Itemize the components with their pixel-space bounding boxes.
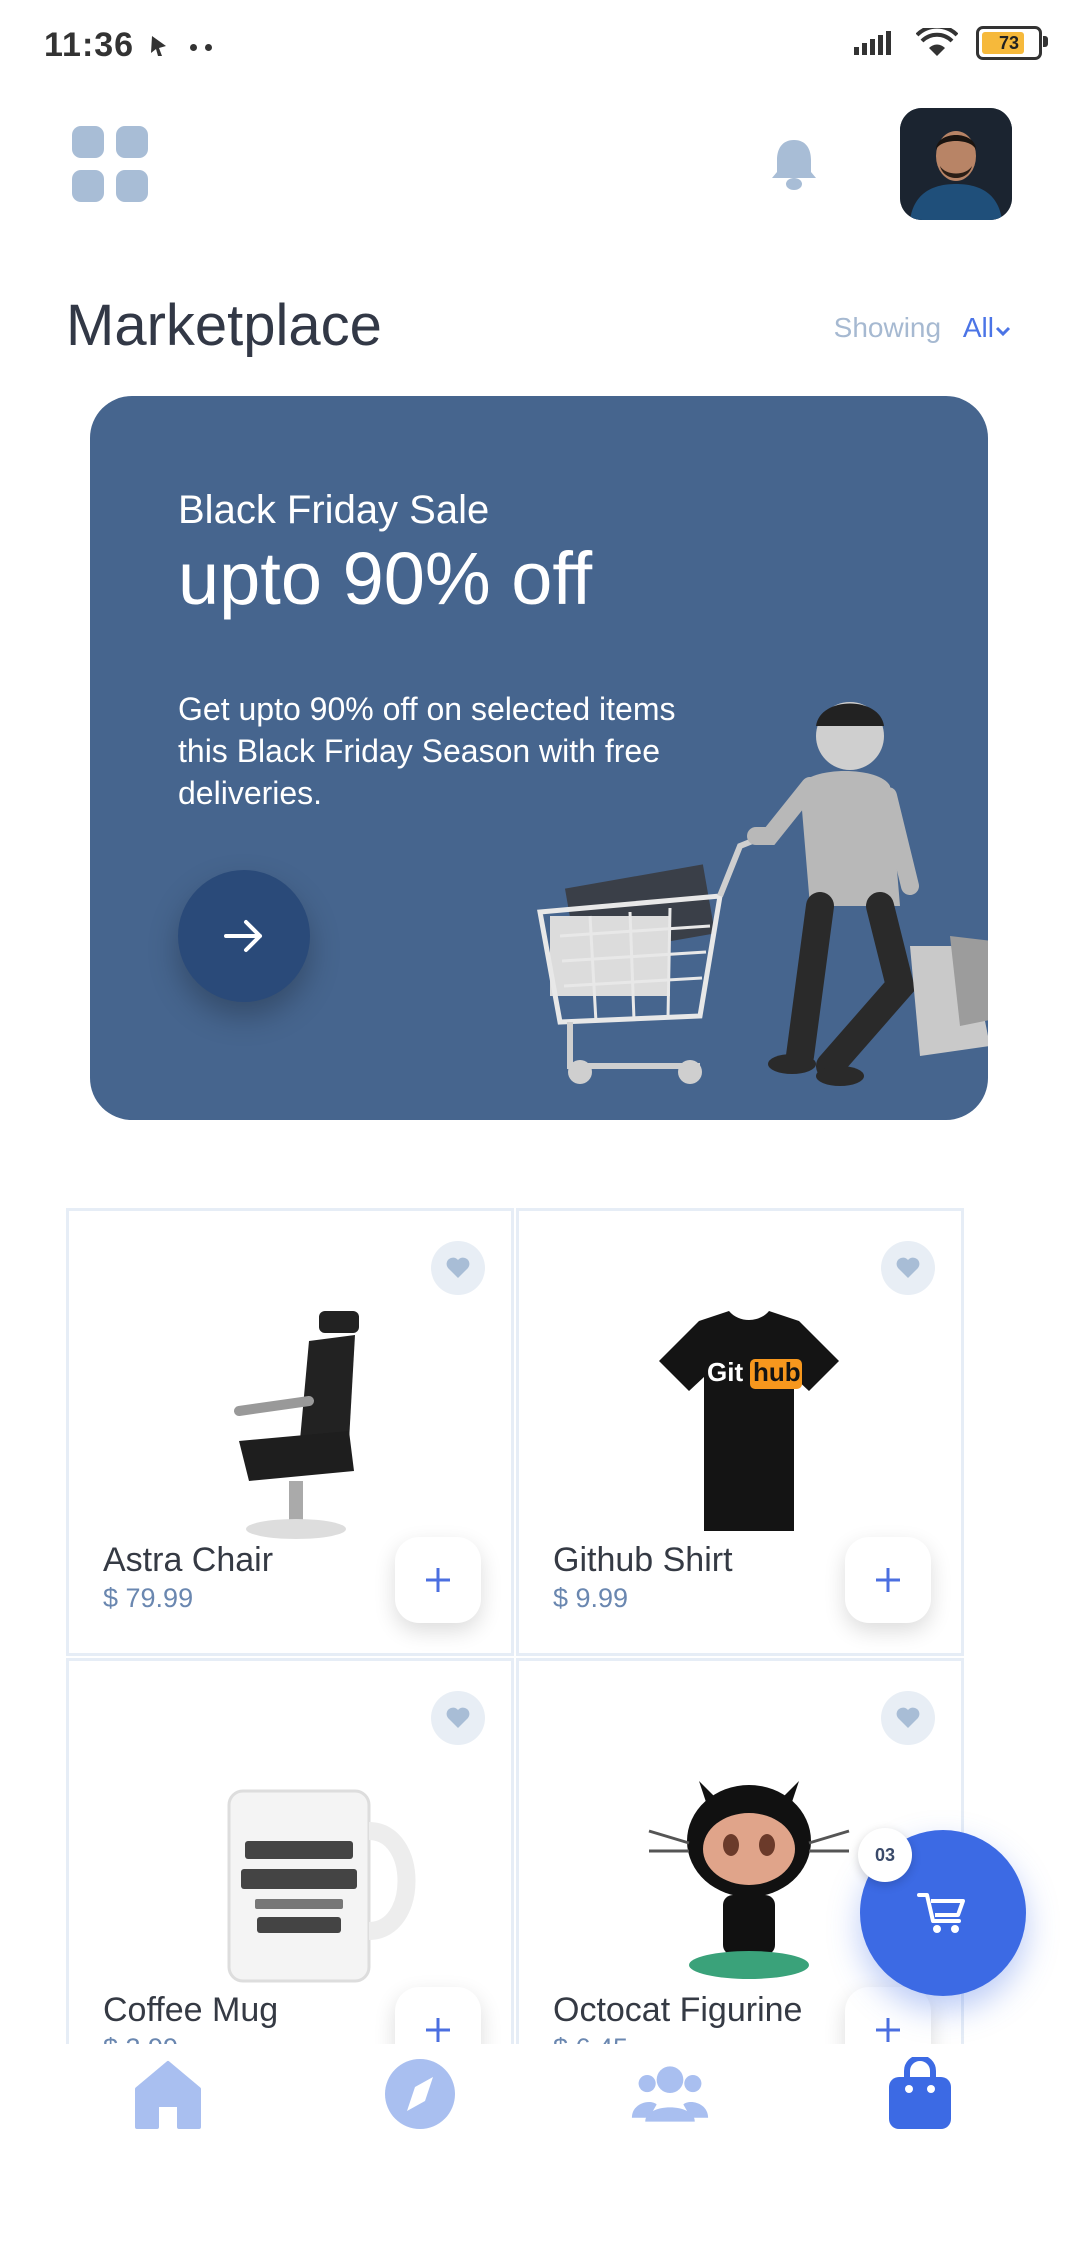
- heart-icon: [896, 1257, 920, 1278]
- favorite-button[interactable]: [431, 1241, 485, 1295]
- bell-icon[interactable]: [764, 134, 824, 194]
- product-card[interactable]: Git hub Github Shirt $ 9.99: [516, 1208, 964, 1656]
- home-icon: [135, 2061, 201, 2129]
- shopping-bag-icon: [889, 2057, 951, 2129]
- nav-shop[interactable]: [880, 2054, 960, 2134]
- product-card[interactable]: Coffee Mug $ 3.99: [66, 1658, 514, 2044]
- cart-count-badge: 03: [858, 1828, 912, 1882]
- compass-icon: [385, 2059, 455, 2129]
- add-to-cart-button[interactable]: [845, 1987, 931, 2044]
- nav-explore[interactable]: [380, 2054, 460, 2134]
- mug-image: [227, 1789, 416, 1983]
- add-to-cart-button[interactable]: [395, 1987, 481, 2044]
- product-price: $ 9.99: [553, 1583, 629, 1613]
- page-title: Marketplace: [66, 293, 382, 358]
- product-name: Coffee Mug: [103, 1991, 279, 2029]
- cart-icon: [917, 1893, 965, 1933]
- filter-label: Showing: [833, 312, 942, 343]
- battery-level: 73: [998, 32, 1020, 53]
- product-name: Github Shirt: [553, 1541, 733, 1579]
- product-card[interactable]: Astra Chair $ 79.99: [66, 1208, 514, 1656]
- signal-icon: [854, 31, 891, 55]
- shirt-image: Git hub: [659, 1311, 839, 1531]
- banner-headline: upto 90% off: [178, 537, 593, 620]
- product-name: Octocat Figurine: [553, 1991, 803, 2029]
- promo-banner[interactable]: Black Friday Sale upto 90% off Get upto …: [90, 396, 988, 1120]
- plus-icon: [876, 2018, 900, 2042]
- octocat-image: [648, 1781, 850, 1979]
- product-price: $ 3.99: [103, 2033, 178, 2044]
- product-price: $ 6.45: [553, 2033, 628, 2044]
- banner-arrow-button[interactable]: [178, 870, 310, 1002]
- favorite-button[interactable]: [431, 1691, 485, 1745]
- arrow-right-icon: [224, 920, 262, 952]
- status-time: 11:36: [44, 26, 135, 64]
- plus-icon: [426, 1568, 450, 1592]
- favorite-button[interactable]: [881, 1691, 935, 1745]
- plus-icon: [876, 1568, 900, 1592]
- product-grid: Astra Chair $ 79.99 Git hub Github Shirt…: [66, 1208, 966, 2044]
- product-price: $ 79.99: [103, 1583, 194, 1613]
- chevron-down-icon: [995, 326, 1011, 337]
- heart-icon: [896, 1707, 920, 1728]
- wifi-icon: [916, 28, 958, 56]
- chair-image: [234, 1311, 359, 1539]
- status-bar: 11:36 73: [0, 0, 1080, 96]
- svg-text:Git: Git: [707, 1357, 743, 1387]
- shopping-cart-illustration: [537, 702, 988, 1086]
- plus-icon: [426, 2018, 450, 2042]
- battery-icon: 73: [976, 26, 1048, 60]
- avatar[interactable]: [900, 108, 1012, 220]
- product-name: Astra Chair: [103, 1541, 274, 1579]
- nav-home[interactable]: [128, 2054, 208, 2134]
- notification-icon: [151, 36, 166, 56]
- svg-text:hub: hub: [753, 1357, 801, 1387]
- banner-sale-label: Black Friday Sale: [178, 488, 490, 532]
- heart-icon: [446, 1257, 470, 1278]
- add-to-cart-button[interactable]: [845, 1537, 931, 1623]
- favorite-button[interactable]: [881, 1241, 935, 1295]
- nav-community[interactable]: [630, 2054, 710, 2134]
- community-icon: [631, 2066, 709, 2122]
- filter-dropdown[interactable]: Showing All: [834, 312, 1012, 344]
- add-to-cart-button[interactable]: [395, 1537, 481, 1623]
- heart-icon: [446, 1707, 470, 1728]
- filter-value: All: [962, 312, 994, 343]
- menu-grid-icon[interactable]: [72, 126, 148, 202]
- more-notifications-icon: [190, 44, 212, 51]
